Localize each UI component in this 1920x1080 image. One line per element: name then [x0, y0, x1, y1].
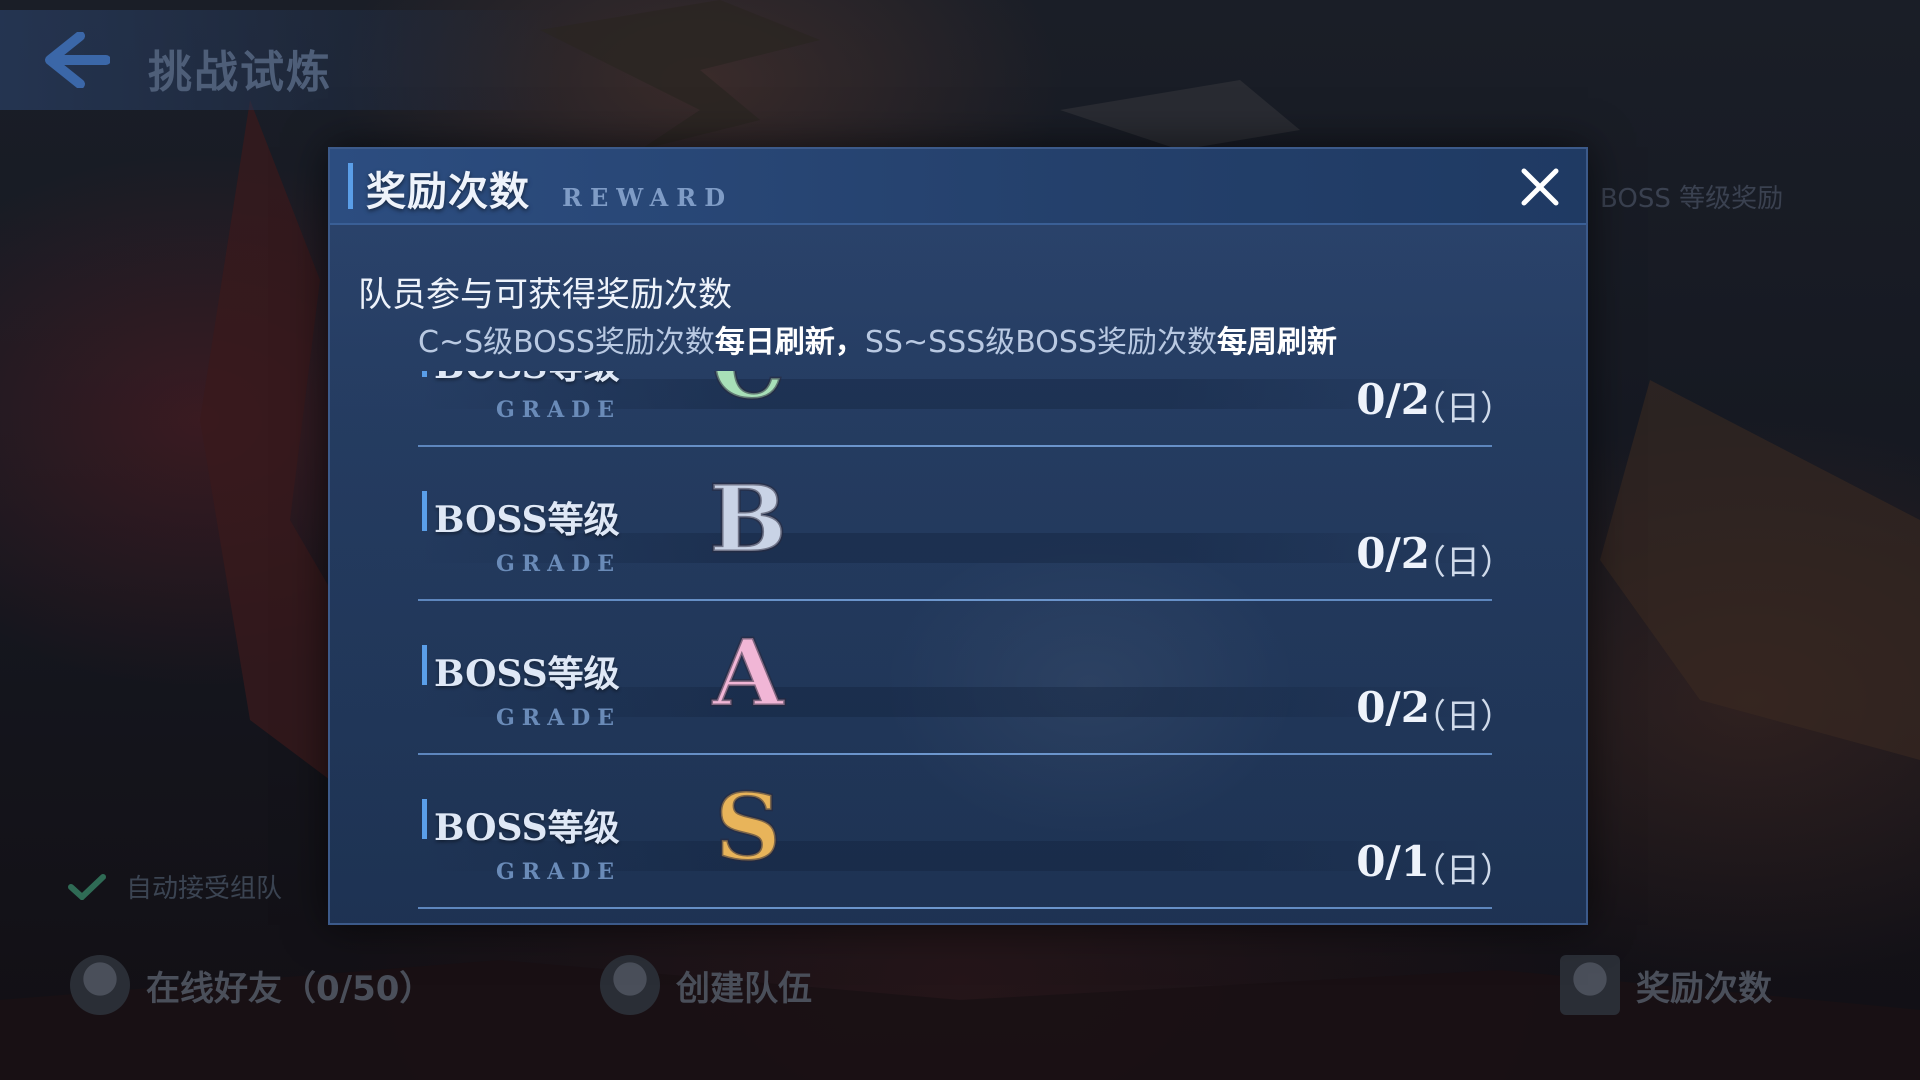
row-label: BOSS等级	[434, 499, 620, 541]
online-friends-button[interactable]: 在线好友（0/50）	[70, 955, 433, 1015]
row-accent-bar	[422, 371, 427, 377]
friends-icon	[70, 955, 130, 1015]
auto-accept-toggle[interactable]: 自动接受组队	[68, 868, 282, 905]
description-part: C~S级BOSS奖励次数	[418, 325, 715, 360]
close-icon[interactable]	[1516, 163, 1564, 211]
reward-icon	[1560, 955, 1620, 1015]
row-accent-bar	[422, 645, 427, 685]
row-grade-caption: GRADE	[496, 551, 621, 577]
auto-accept-label: 自动接受组队	[126, 874, 283, 904]
header-accent-bar	[348, 163, 353, 209]
team-icon	[600, 955, 660, 1015]
grade-letter: C	[711, 371, 784, 415]
row-grade-caption: GRADE	[496, 859, 621, 885]
create-team-label: 创建队伍	[676, 968, 812, 1009]
row-accent-bar	[422, 491, 427, 531]
reward-period: （日）	[1412, 697, 1514, 737]
page-title: 挑战试炼	[148, 47, 332, 98]
grade-letter: S	[715, 777, 781, 877]
row-accent-bar	[422, 799, 427, 839]
description-part: 每日刷新，	[714, 325, 865, 360]
grade-a-icon: A	[710, 623, 787, 723]
reward-count-button[interactable]: 奖励次数	[1560, 955, 1772, 1015]
grade-s-icon: S	[713, 777, 782, 877]
grade-letter: A	[711, 623, 785, 723]
row-divider	[418, 753, 1492, 755]
description-part: SS~SSS级BOSS奖励次数	[864, 325, 1217, 360]
create-team-button[interactable]: 创建队伍	[600, 955, 812, 1015]
reward-period: （日）	[1412, 543, 1514, 583]
online-friends-label: 在线好友（0/50）	[146, 968, 434, 1009]
reward-modal: 奖励次数 REWARD 队员参与可获得奖励次数 C~S级BOSS奖励次数每日刷新…	[328, 147, 1588, 925]
grade-letter: B	[709, 469, 787, 569]
description-title: 队员参与可获得奖励次数	[358, 275, 732, 315]
row-grade-caption: GRADE	[496, 397, 621, 423]
row-divider	[418, 445, 1492, 447]
modal-header: 奖励次数 REWARD	[330, 149, 1586, 225]
checkmark-icon	[68, 873, 106, 900]
row-grade-caption: GRADE	[496, 705, 621, 731]
grade-row: BOSS等级 GRADE S 0/1 （日）	[330, 777, 1586, 923]
row-divider	[418, 907, 1492, 909]
reward-count-label: 奖励次数	[1636, 968, 1772, 1009]
row-label: BOSS等级	[434, 653, 620, 695]
grade-rows: BOSS等级 GRADE C 0/2 （日） BOSS等级 GRADE B 0/…	[330, 371, 1586, 923]
reward-period: （日）	[1412, 389, 1514, 429]
reward-period: （日）	[1412, 851, 1514, 891]
description-line: C~S级BOSS奖励次数每日刷新，SS~SSS级BOSS奖励次数每周刷新	[418, 317, 1337, 361]
grade-c-icon: C	[710, 371, 786, 415]
modal-title: 奖励次数	[366, 169, 530, 215]
modal-subtitle: REWARD	[562, 183, 734, 212]
row-divider	[418, 599, 1492, 601]
row-label: BOSS等级	[434, 807, 620, 849]
back-arrow-icon[interactable]	[40, 32, 110, 88]
faded-info-text: BOSS 等级奖励	[1600, 184, 1784, 214]
grade-list[interactable]: BOSS等级 GRADE C 0/2 （日） BOSS等级 GRADE B 0/…	[330, 371, 1586, 923]
description-part: 每周刷新	[1217, 325, 1337, 360]
row-label: BOSS等级	[434, 371, 620, 389]
game-scene: 挑战试炼 BOSS 等级奖励 自动接受组队 在线好友（0/50） 创建队伍 奖励…	[0, 0, 1920, 1080]
grade-b-icon: B	[708, 469, 789, 569]
